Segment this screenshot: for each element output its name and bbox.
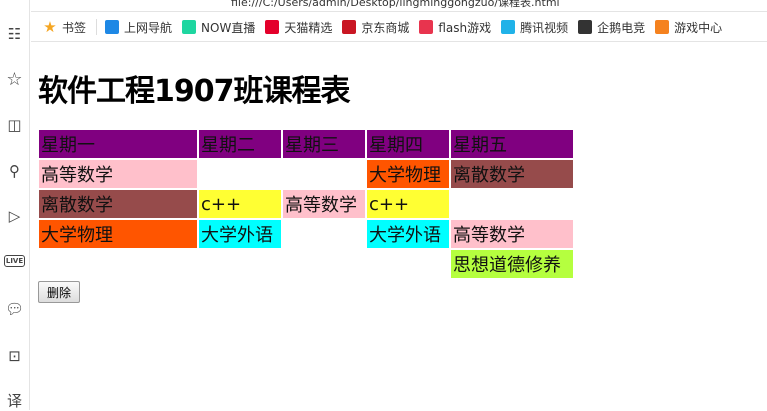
bookmark-item[interactable]: 天猫精选 <box>265 19 332 36</box>
bookmark-item[interactable]: ★ 书签 <box>43 18 87 36</box>
course-cell: 大学外语 <box>199 220 281 248</box>
browser-sidebar: ☷ ☆ ◫ ⚲ ▷ LIVE 💬︎ ⊡ 译 <box>0 0 30 410</box>
bookmark-item[interactable]: 腾讯视频 <box>501 19 568 36</box>
gamepad-icon <box>655 20 670 34</box>
star-icon: ★ <box>43 18 57 36</box>
table-row: 高等数学 大学物理 离散数学 <box>39 160 573 188</box>
course-cell <box>283 250 365 278</box>
bookmark-item[interactable]: 京东商城 <box>342 19 409 36</box>
ie-icon <box>105 20 120 34</box>
penguin-icon <box>578 20 593 34</box>
bookmark-item[interactable]: 上网导航 <box>105 19 172 36</box>
bookmark-label: 上网导航 <box>124 20 173 35</box>
star-icon[interactable]: ☆ <box>0 69 29 90</box>
book-icon[interactable]: ◫ <box>0 116 29 134</box>
bookmark-item[interactable]: 游戏中心 <box>655 19 722 36</box>
header-cell: 星期二 <box>199 130 281 158</box>
header-row: 星期一 星期二 星期三 星期四 星期五 <box>39 130 573 158</box>
address-bar[interactable]: file:///C:/Users/admin/Desktop/lingmingg… <box>31 0 767 12</box>
play-icon <box>501 20 516 34</box>
header-cell: 星期一 <box>39 130 197 158</box>
course-cell: 高等数学 <box>283 190 365 218</box>
jd-icon <box>342 20 357 34</box>
bookmark-label: NOW直播 <box>201 20 256 35</box>
bookmark-label: 腾讯视频 <box>520 20 569 35</box>
course-cell <box>283 220 365 248</box>
course-cell <box>199 250 281 278</box>
table-row: 大学物理 大学外语 大学外语 高等数学 <box>39 220 573 248</box>
course-cell <box>283 160 365 188</box>
header-cell: 星期三 <box>283 130 365 158</box>
bookmark-label: 京东商城 <box>361 20 410 35</box>
flash-icon <box>419 20 434 34</box>
course-cell <box>451 190 573 218</box>
course-cell: 思想道德修养 <box>451 250 573 278</box>
course-cell: 离散数学 <box>39 190 197 218</box>
news-icon[interactable]: ☷ <box>0 25 29 43</box>
bookmark-label: 企鹅电竞 <box>597 20 646 35</box>
delete-button[interactable]: 删除 <box>38 281 80 303</box>
bookmark-item[interactable]: NOW直播 <box>182 19 255 36</box>
table-row: 思想道德修养 <box>39 250 573 278</box>
video-icon[interactable]: ▷ <box>0 207 29 225</box>
chat-icon[interactable]: 💬︎ <box>0 300 29 318</box>
course-cell <box>367 250 449 278</box>
now-icon <box>182 20 197 34</box>
bookmark-item[interactable]: 企鹅电竞 <box>578 19 645 36</box>
course-cell: c++ <box>199 190 281 218</box>
table-row: 离散数学 c++ 高等数学 c++ <box>39 190 573 218</box>
course-cell: 高等数学 <box>451 220 573 248</box>
course-cell: 高等数学 <box>39 160 197 188</box>
course-cell: c++ <box>367 190 449 218</box>
page-title: 软件工程1907班课程表 <box>38 74 350 109</box>
tmall-icon <box>265 20 280 34</box>
course-cell <box>39 250 197 278</box>
course-cell: 大学物理 <box>39 220 197 248</box>
header-cell: 星期四 <box>367 130 449 158</box>
course-cell: 离散数学 <box>451 160 573 188</box>
bookmarks-bar: ★ 书签 上网导航 NOW直播 天猫精选 京东商城 flash游戏 腾讯视频 企鹅电竞 游戏中心 <box>31 13 767 42</box>
search-icon[interactable]: ⚲ <box>0 162 29 180</box>
header-cell: 星期五 <box>451 130 573 158</box>
translate-icon[interactable]: 译 <box>0 390 29 411</box>
bookmark-label: flash游戏 <box>438 20 492 35</box>
bookmark-label: 游戏中心 <box>674 20 723 35</box>
briefcase-icon[interactable]: ⊡ <box>0 347 29 365</box>
schedule-table: 星期一 星期二 星期三 星期四 星期五 高等数学 大学物理 离散数学 离散数学 c++ 高等数学 c+… <box>37 128 575 280</box>
bookmark-label: 书签 <box>62 20 87 35</box>
bookmark-label: 天猫精选 <box>284 20 333 35</box>
course-cell: 大学外语 <box>367 220 449 248</box>
course-cell <box>199 160 281 188</box>
address-text[interactable]: file:///C:/Users/admin/Desktop/lingmingg… <box>231 0 560 10</box>
divider <box>96 19 98 35</box>
live-icon[interactable]: LIVE <box>3 255 26 267</box>
course-cell: 大学物理 <box>367 160 449 188</box>
bookmark-item[interactable]: flash游戏 <box>419 19 491 36</box>
